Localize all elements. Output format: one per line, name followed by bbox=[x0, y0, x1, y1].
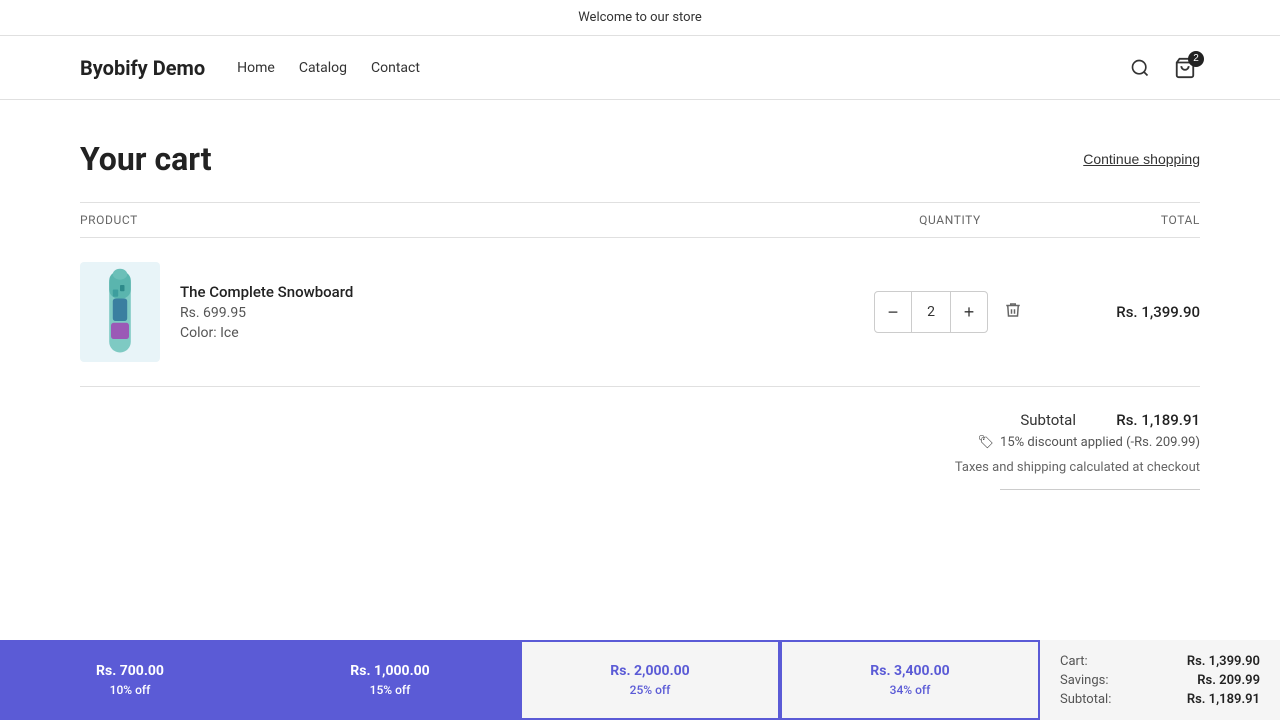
continue-shopping-button[interactable]: Continue shopping bbox=[1083, 151, 1200, 167]
col-product-header: PRODUCT bbox=[80, 213, 850, 227]
mini-subtotal-label: Subtotal: bbox=[1060, 692, 1111, 707]
search-icon bbox=[1130, 58, 1150, 78]
mini-cart-row: Cart: Rs. 1,399.90 bbox=[1060, 654, 1260, 669]
product-variant: Color: Ice bbox=[180, 325, 353, 341]
quantity-value: 2 bbox=[911, 292, 951, 332]
header-left: Byobify Demo Home Catalog Contact bbox=[80, 56, 420, 80]
mini-subtotal-value: Rs. 1,189.91 bbox=[1187, 692, 1260, 707]
mini-savings-row: Savings: Rs. 209.99 bbox=[1060, 673, 1260, 688]
discount-tier-1: Rs. 700.00 10% off bbox=[0, 640, 260, 720]
tag-icon: 🏷 bbox=[978, 435, 995, 450]
cart-item: The Complete Snowboard Rs. 699.95 Color:… bbox=[80, 238, 1200, 387]
mini-savings-label: Savings: bbox=[1060, 673, 1109, 688]
product-info: The Complete Snowboard Rs. 699.95 Color:… bbox=[180, 283, 353, 341]
mini-savings-value: Rs. 209.99 bbox=[1197, 673, 1260, 688]
quantity-control: − 2 + bbox=[874, 291, 988, 333]
logo[interactable]: Byobify Demo bbox=[80, 56, 205, 80]
mini-cart-value: Rs. 1,399.90 bbox=[1187, 654, 1260, 669]
delete-item-button[interactable] bbox=[1000, 297, 1026, 328]
announcement-bar: Welcome to our store bbox=[0, 0, 1280, 36]
discount-tier-3: Rs. 2,000.00 25% off bbox=[520, 640, 780, 720]
product-name: The Complete Snowboard bbox=[180, 283, 353, 301]
tier-2-amount: Rs. 1,000.00 bbox=[350, 663, 429, 679]
cart-button[interactable]: 2 bbox=[1170, 53, 1200, 83]
mini-subtotal-row: Subtotal: Rs. 1,189.91 bbox=[1060, 692, 1260, 707]
discount-tier-4: Rs. 3,400.00 34% off bbox=[780, 640, 1040, 720]
quantity-col: − 2 + bbox=[850, 291, 1050, 333]
nav-contact[interactable]: Contact bbox=[371, 60, 420, 76]
product-col: The Complete Snowboard Rs. 699.95 Color:… bbox=[80, 262, 850, 362]
main-nav: Home Catalog Contact bbox=[237, 60, 420, 76]
announcement-text: Welcome to our store bbox=[578, 10, 702, 25]
header-right: 2 bbox=[1126, 53, 1200, 83]
color-label: Color: bbox=[180, 325, 217, 341]
cart-table-header: PRODUCT QUANTITY TOTAL bbox=[80, 202, 1200, 238]
product-image bbox=[80, 262, 160, 362]
header: Byobify Demo Home Catalog Contact 2 bbox=[0, 36, 1280, 100]
col-quantity-header: QUANTITY bbox=[850, 213, 1050, 227]
trash-icon bbox=[1004, 301, 1022, 319]
tier-1-amount: Rs. 700.00 bbox=[96, 663, 164, 679]
subtotal-row: Subtotal Rs. 1,189.91 bbox=[1020, 411, 1200, 429]
discount-text: 15% discount applied (-Rs. 209.99) bbox=[1000, 435, 1200, 450]
tier-2-pct: 15% off bbox=[370, 683, 411, 697]
tier-1-pct: 10% off bbox=[110, 683, 151, 697]
snowboard-illustration bbox=[100, 267, 140, 357]
nav-catalog[interactable]: Catalog bbox=[299, 60, 347, 76]
search-button[interactable] bbox=[1126, 54, 1154, 82]
color-value: Ice bbox=[220, 325, 239, 341]
main-content: Your cart Continue shopping PRODUCT QUAN… bbox=[0, 100, 1280, 718]
cart-header: Your cart Continue shopping bbox=[80, 140, 1200, 178]
subtotal-label: Subtotal bbox=[1020, 411, 1076, 429]
nav-home[interactable]: Home bbox=[237, 60, 275, 76]
cart-summary: Subtotal Rs. 1,189.91 🏷 15% discount app… bbox=[80, 411, 1200, 498]
cart-summary-mini: Cart: Rs. 1,399.90 Savings: Rs. 209.99 S… bbox=[1040, 640, 1280, 720]
taxes-note: Taxes and shipping calculated at checkou… bbox=[955, 460, 1200, 475]
tier-4-pct: 34% off bbox=[890, 683, 931, 697]
discount-tier-2: Rs. 1,000.00 15% off bbox=[260, 640, 520, 720]
product-price: Rs. 699.95 bbox=[180, 305, 353, 321]
col-total-header: TOTAL bbox=[1050, 213, 1200, 227]
cart-badge: 2 bbox=[1188, 51, 1204, 67]
total-col: Rs. 1,399.90 bbox=[1050, 303, 1200, 321]
quantity-decrease-button[interactable]: − bbox=[875, 292, 911, 332]
tier-3-amount: Rs. 2,000.00 bbox=[610, 663, 689, 679]
quantity-increase-button[interactable]: + bbox=[951, 292, 987, 332]
discount-tag: 🏷 15% discount applied (-Rs. 209.99) bbox=[978, 435, 1200, 450]
tier-3-pct: 25% off bbox=[630, 683, 671, 697]
subtotal-value: Rs. 1,189.91 bbox=[1100, 411, 1200, 429]
mini-cart-label: Cart: bbox=[1060, 654, 1088, 669]
cart-title: Your cart bbox=[80, 140, 212, 178]
tier-4-amount: Rs. 3,400.00 bbox=[870, 663, 949, 679]
discount-bar: Rs. 700.00 10% off Rs. 1,000.00 15% off … bbox=[0, 640, 1280, 720]
